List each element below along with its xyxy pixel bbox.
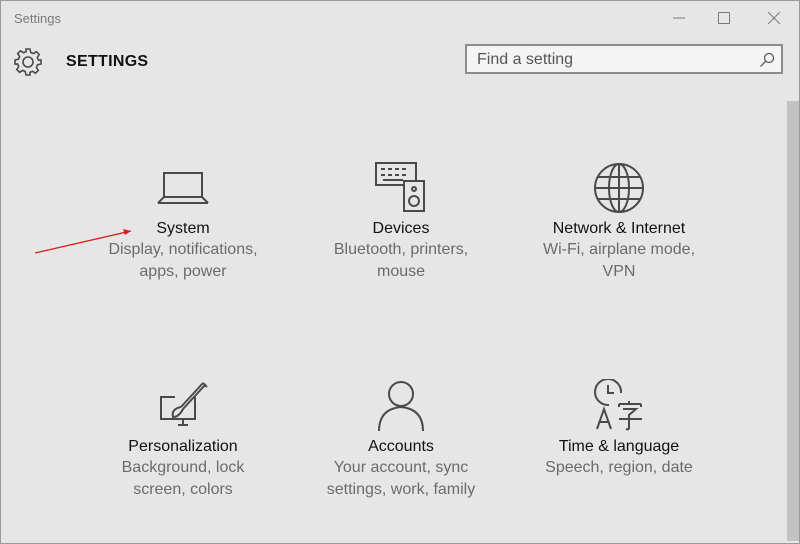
red-arrow-annotation [34,229,132,254]
gear-icon [14,48,42,76]
tile-time-language[interactable]: Time & language Speech, region, date [514,379,724,479]
close-button[interactable] [751,1,797,35]
minimize-icon [673,17,685,19]
page-title: SETTINGS [66,53,149,70]
maximize-button[interactable] [701,1,747,35]
tile-title: Accounts [368,438,434,455]
person-icon [378,381,424,431]
tile-title: Personalization [128,438,238,455]
personalization-icon [160,382,208,426]
settings-header: SETTINGS [1,41,799,85]
tile-description: Your account, sync settings, work, famil… [326,459,476,498]
tile-description: Speech, region, date [545,459,693,476]
laptop-icon [157,172,209,204]
tile-description: Wi-Fi, airplane mode, VPN [542,241,696,280]
devices-icon [375,162,425,212]
maximize-icon [718,12,730,24]
tile-title: Network & Internet [552,220,686,237]
tile-title: Devices [372,220,430,237]
tile-personalization[interactable]: Personalization Background, lock screen,… [78,379,288,501]
tile-system[interactable]: System Display, notifications, apps, pow… [78,161,288,283]
tile-description: Background, lock screen, colors [121,459,245,498]
tile-devices[interactable]: Devices Bluetooth, printers, mouse [296,161,506,283]
time-language-icon [594,379,642,431]
window-title: Settings [14,11,61,26]
globe-icon [594,163,644,213]
search-box[interactable] [465,44,783,74]
tile-network-internet[interactable]: Network & Internet Wi-Fi, airplane mode,… [514,161,724,283]
scrollbar-thumb[interactable] [787,101,799,541]
settings-window: Settings SETTINGS Find a setting System … [0,0,800,544]
title-bar[interactable]: Settings [1,1,799,35]
close-icon [768,12,780,24]
search-icon[interactable] [759,52,775,68]
tile-title: Time & language [558,438,680,455]
minimize-button[interactable] [656,1,702,35]
search-input[interactable] [477,50,747,70]
tile-accounts[interactable]: Accounts Your account, sync settings, wo… [296,379,506,501]
tile-description: Bluetooth, printers, mouse [333,241,469,280]
